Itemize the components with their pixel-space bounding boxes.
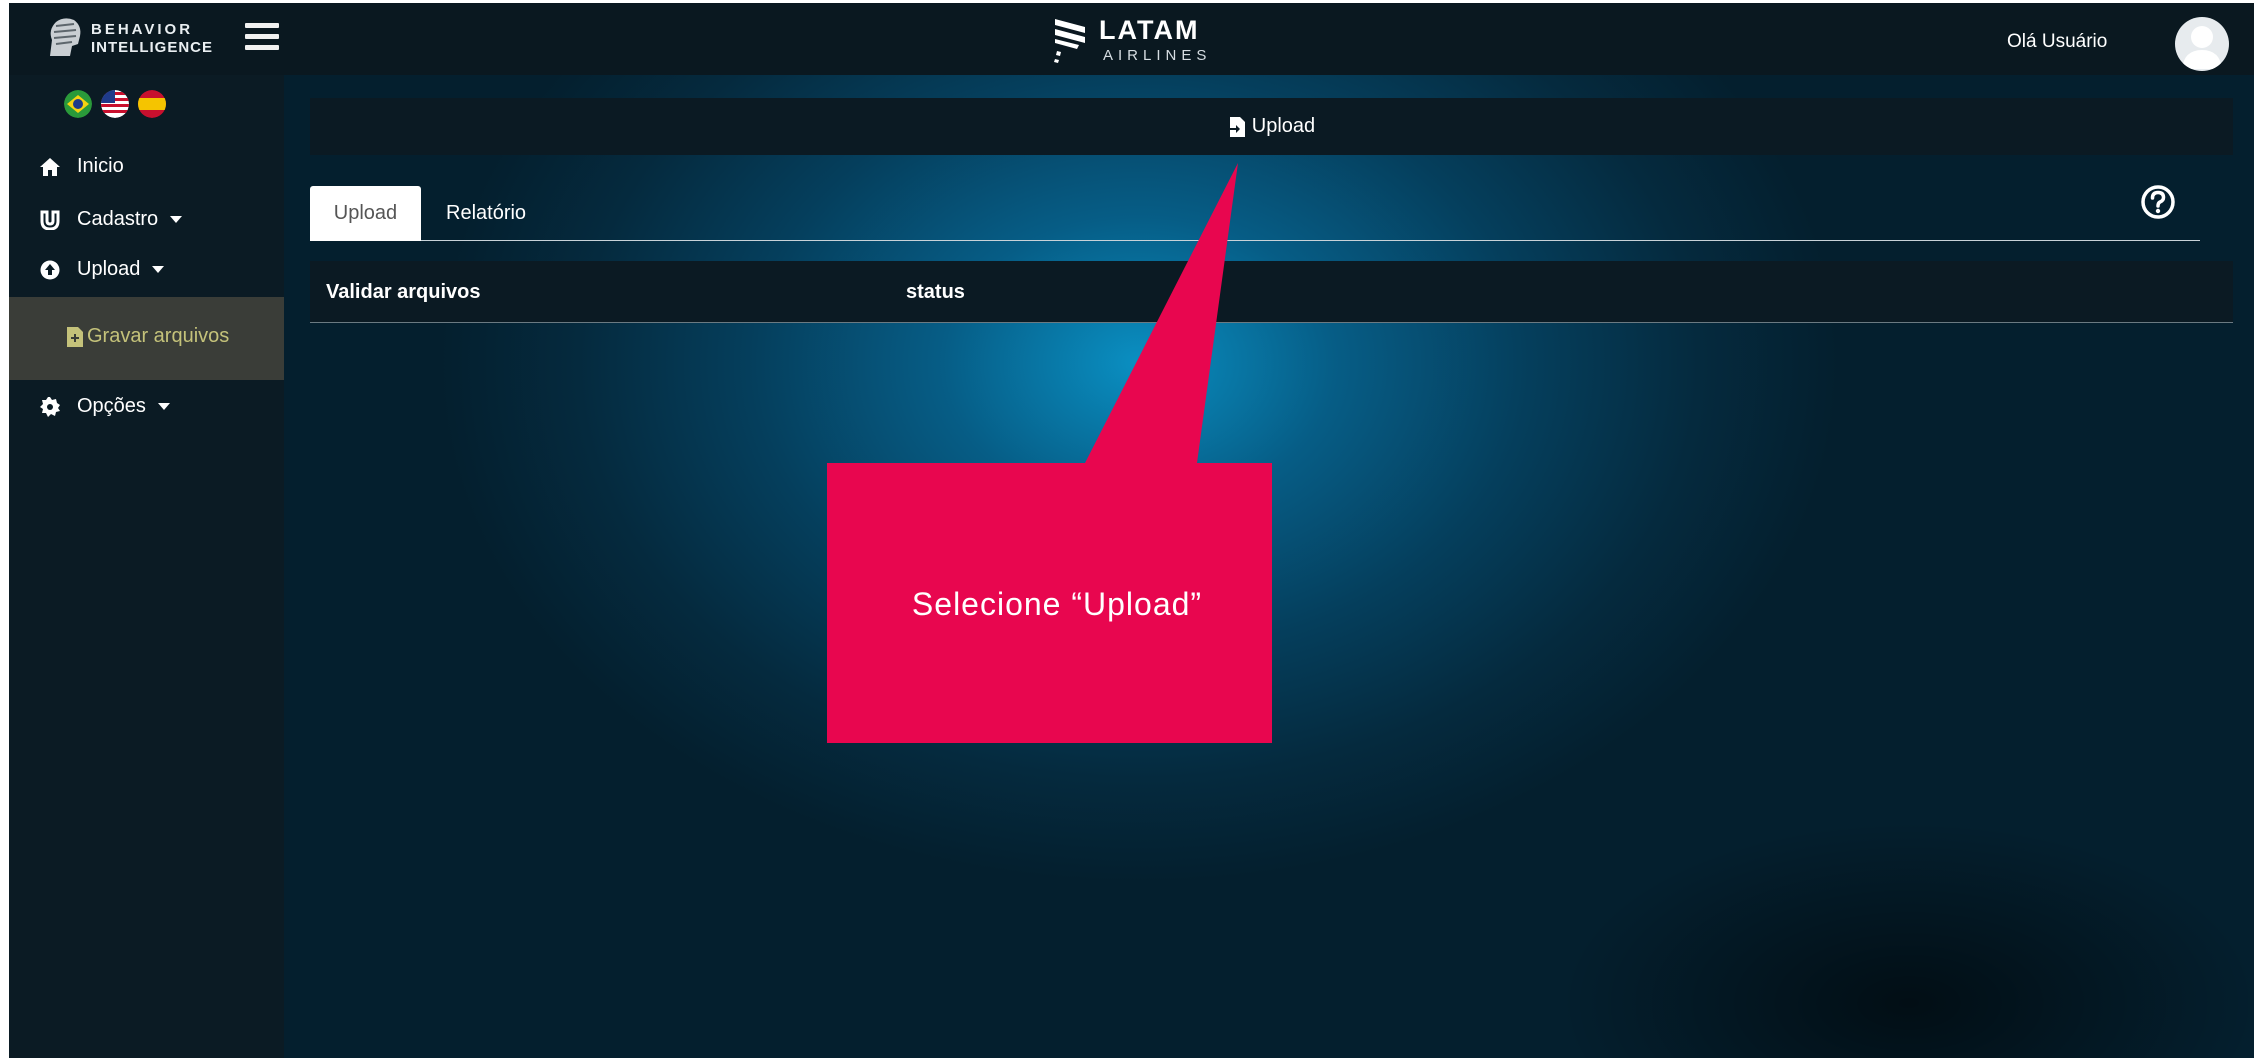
airline-name: LATAM bbox=[1099, 15, 1200, 45]
brand-name: BEHAVIOR INTELLIGENCE bbox=[91, 21, 213, 57]
tab-upload[interactable]: Upload bbox=[310, 186, 421, 241]
chevron-down-icon bbox=[157, 403, 170, 410]
sidebar-item-label: Cadastro bbox=[77, 208, 159, 230]
tab-relatorio[interactable]: Relatório bbox=[446, 186, 526, 241]
chevron-down-icon bbox=[170, 216, 183, 223]
language-selector bbox=[64, 90, 166, 118]
callout-pointer bbox=[827, 163, 1272, 743]
sidebar-item-inicio[interactable]: Inicio bbox=[39, 155, 124, 178]
usa-flag-icon[interactable] bbox=[101, 90, 129, 118]
app-window: BEHAVIOR INTELLIGENCE LATAM AIRLINES Olá… bbox=[9, 3, 2254, 1058]
help-icon[interactable] bbox=[2139, 183, 2177, 221]
table-header: Validar arquivos status bbox=[310, 261, 2233, 323]
file-icon bbox=[67, 326, 83, 347]
gear-icon bbox=[39, 396, 61, 418]
sidebar-item-label: Upload bbox=[77, 258, 141, 280]
callout-text: Selecione “Upload” bbox=[911, 586, 1203, 622]
spain-flag-icon[interactable] bbox=[138, 90, 166, 118]
section-title: Upload bbox=[1251, 115, 1316, 137]
sidebar: Inicio Cadastro Upload Gravar arquivos O… bbox=[9, 75, 284, 1058]
latam-logo-icon bbox=[1054, 19, 1085, 63]
magnet-icon bbox=[39, 209, 61, 231]
sidebar-item-label: Inicio bbox=[77, 155, 124, 177]
behavior-intelligence-logo-icon bbox=[50, 18, 81, 56]
brand-line-1: BEHAVIOR bbox=[91, 21, 194, 38]
sidebar-item-label: Opções bbox=[77, 395, 146, 417]
home-icon bbox=[39, 156, 61, 178]
chevron-down-icon bbox=[152, 266, 165, 273]
user-greeting: Olá Usuário bbox=[2007, 31, 2108, 52]
file-upload-icon bbox=[1227, 116, 1246, 137]
column-header-validar-arquivos: Validar arquivos bbox=[326, 281, 481, 303]
sidebar-subitem-label: Gravar arquivos bbox=[87, 325, 230, 347]
brazil-flag-icon[interactable] bbox=[64, 90, 92, 118]
sidebar-item-cadastro[interactable]: Cadastro bbox=[39, 208, 183, 231]
menu-toggle-icon[interactable] bbox=[245, 23, 281, 53]
airline-subtitle: AIRLINES bbox=[1103, 47, 1212, 64]
brand-line-2: INTELLIGENCE bbox=[91, 39, 214, 56]
sidebar-subitem-gravar-arquivos[interactable]: Gravar arquivos bbox=[9, 297, 284, 380]
section-title-bar: Upload bbox=[310, 98, 2233, 155]
top-navbar: BEHAVIOR INTELLIGENCE LATAM AIRLINES Olá… bbox=[9, 3, 2254, 75]
user-avatar-icon[interactable] bbox=[2175, 17, 2229, 71]
tab-bar: Upload Relatório bbox=[310, 186, 2200, 241]
sidebar-item-opcoes[interactable]: Opções bbox=[39, 395, 170, 418]
upload-circle-icon bbox=[39, 259, 61, 281]
sidebar-item-upload[interactable]: Upload bbox=[39, 258, 165, 281]
column-header-status: status bbox=[906, 281, 965, 303]
